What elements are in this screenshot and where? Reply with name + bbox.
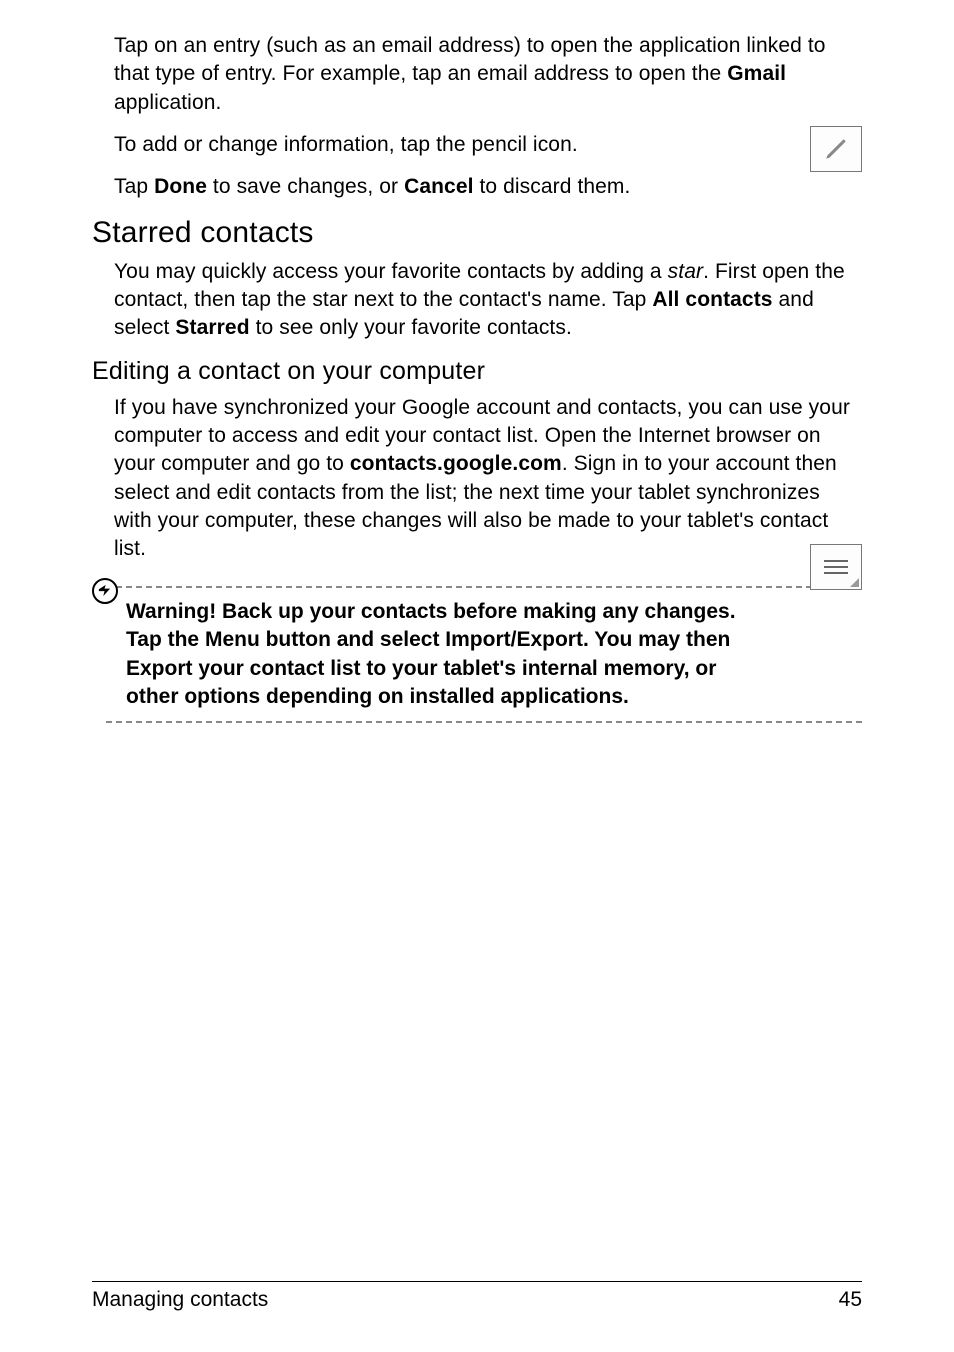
- warning-icon: [92, 578, 118, 604]
- pencil-icon: [810, 126, 862, 172]
- gmail-label: Gmail: [727, 62, 786, 85]
- paragraph-starred: You may quickly access your favorite con…: [114, 258, 862, 343]
- heading-editing-on-computer: Editing a contact on your computer: [92, 357, 862, 386]
- heading-starred-contacts: Starred contacts: [92, 216, 862, 250]
- menu-corner-accent: [850, 578, 859, 587]
- paragraph-open-entry: Tap on an entry (such as an email addres…: [114, 32, 862, 117]
- contacts-url: contacts.google.com: [350, 452, 562, 475]
- text: Tap: [114, 175, 154, 198]
- star-italic: star: [668, 260, 703, 283]
- text: to discard them.: [474, 175, 631, 198]
- paragraph-sync: If you have synchronized your Google acc…: [114, 394, 862, 564]
- all-contacts-label: All contacts: [652, 288, 772, 311]
- cancel-label: Cancel: [404, 175, 473, 198]
- text: application.: [114, 91, 221, 114]
- page-footer: Managing contacts 45: [92, 1281, 862, 1312]
- document-page: Tap on an entry (such as an email addres…: [0, 0, 954, 1352]
- menu-icon: [810, 544, 862, 590]
- text: Tap on an entry (such as an email addres…: [114, 34, 826, 85]
- footer-section-title: Managing contacts: [92, 1288, 268, 1312]
- footer-page-number: 45: [839, 1288, 862, 1312]
- starred-label: Starred: [175, 316, 249, 339]
- warning-callout: Warning! Back up your contacts before ma…: [92, 578, 862, 731]
- paragraph-done-cancel: Tap Done to save changes, or Cancel to d…: [114, 173, 862, 201]
- paragraph-pencil-hint: To add or change information, tap the pe…: [114, 131, 862, 159]
- text: to save changes, or: [207, 175, 404, 198]
- text: You may quickly access your favorite con…: [114, 260, 668, 283]
- menu-lines: [824, 560, 848, 574]
- done-label: Done: [154, 175, 207, 198]
- text: to see only your favorite contacts.: [250, 316, 572, 339]
- warning-text: Warning! Back up your contacts before ma…: [126, 598, 862, 711]
